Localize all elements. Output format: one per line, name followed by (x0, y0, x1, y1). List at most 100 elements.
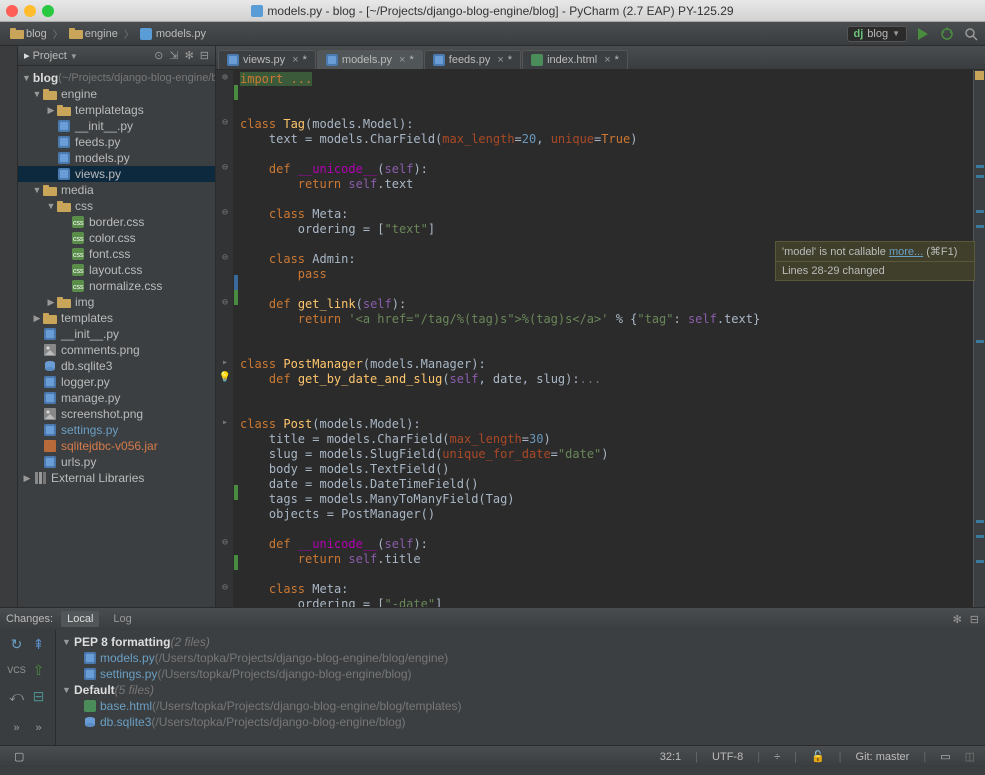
editor-tab-views.py[interactable]: views.py× (218, 50, 316, 69)
lock-icon[interactable]: 🔓 (811, 750, 825, 763)
window-title: models.py - blog - [~/Projects/django-bl… (267, 4, 733, 18)
settings-icon[interactable]: ✻ (185, 49, 194, 62)
breadcrumb: blog〉engine〉models.py (6, 26, 210, 41)
collapse-icon[interactable]: » (29, 718, 49, 738)
tooltip-change-info: Lines 28-29 changed (776, 262, 974, 280)
tree-node-settings.py[interactable]: settings.py (18, 422, 215, 438)
rollback-icon[interactable]: ⤺ (7, 686, 27, 706)
chevron-down-icon: ▼ (892, 29, 900, 38)
close-window-icon[interactable] (6, 5, 18, 17)
python-file-icon (251, 5, 263, 17)
minimize-window-icon[interactable] (24, 5, 36, 17)
tree-root[interactable]: ▼blog (~/Projects/django-blog-engine/blo… (18, 70, 215, 86)
breadcrumb-item[interactable]: models.py (136, 27, 210, 41)
tree-node-color.css[interactable]: csscolor.css (18, 230, 215, 246)
caret-position[interactable]: 32:1 (660, 751, 681, 763)
zoom-window-icon[interactable] (42, 5, 54, 17)
svg-text:css: css (73, 268, 84, 275)
tree-node-views.py[interactable]: views.py (18, 166, 215, 182)
svg-text:css: css (73, 252, 84, 259)
project-sidebar: ▸ Project ▼ ⊙ ⇲ ✻ ⊟ ▼blog (~/Projects/dj… (18, 46, 216, 607)
breadcrumb-item[interactable]: blog (6, 27, 51, 41)
inspection-tooltip: 'model' is not callable more... (⌘F1) Li… (775, 241, 975, 281)
close-tab-icon[interactable]: × (399, 54, 405, 66)
tree-node-feeds.py[interactable]: feeds.py (18, 134, 215, 150)
traffic-lights[interactable] (6, 5, 54, 17)
changelist-group[interactable]: ▼PEP 8 formatting (2 files) (62, 634, 979, 650)
chevron-down-icon[interactable]: ▼ (70, 52, 78, 61)
expand-icon[interactable]: » (7, 718, 27, 738)
tree-node-media[interactable]: ▼media (18, 182, 215, 198)
editor-tab-models.py[interactable]: models.py× (317, 50, 423, 69)
search-button[interactable] (963, 26, 979, 42)
left-tool-rail[interactable] (0, 46, 18, 607)
hide-icon[interactable]: ⊟ (200, 49, 209, 62)
changelist-file[interactable]: base.html (/Users/topka/Projects/django-… (62, 698, 979, 714)
changelist-group[interactable]: ▼Default (5 files) (62, 682, 979, 698)
file-encoding[interactable]: UTF-8 (712, 751, 743, 763)
update-icon[interactable]: ⇞ (29, 634, 49, 654)
close-tab-icon[interactable]: × (604, 54, 610, 66)
window-titlebar: models.py - blog - [~/Projects/django-bl… (0, 0, 985, 22)
editor-area: views.py×models.py×feeds.py×index.html× … (216, 46, 985, 607)
run-config-label: blog (867, 28, 888, 40)
editor-gutter[interactable]: ⊕⊖⊖⊖⊖⊖▸💡▸⊖⊖ (216, 70, 234, 607)
tree-node-manage.py[interactable]: manage.py (18, 390, 215, 406)
tree-node-urls.py[interactable]: urls.py (18, 454, 215, 470)
indexing-icon[interactable]: ▭ (940, 750, 950, 763)
close-tab-icon[interactable]: × (292, 54, 298, 66)
changes-toolbar: ↻ ⇞ VCS ⇧ ⤺ ⊟ » » (0, 630, 56, 745)
editor-tab-feeds.py[interactable]: feeds.py× (424, 50, 521, 69)
changes-tab-log[interactable]: Log (107, 611, 137, 627)
collapse-icon[interactable]: ⇲ (169, 49, 178, 62)
tree-node-models.py[interactable]: models.py (18, 150, 215, 166)
changes-tab-local[interactable]: Local (61, 611, 99, 627)
tree-node-__init__.py[interactable]: __init__.py (18, 326, 215, 342)
diff-icon[interactable]: ⊟ (29, 686, 49, 706)
tree-node-templates[interactable]: ▶templates (18, 310, 215, 326)
bottom-tool-window: Changes: Local Log ✻ ⊟ ↻ ⇞ VCS ⇧ ⤺ ⊟ » (0, 607, 985, 745)
debug-button[interactable] (939, 26, 955, 42)
hide-icon[interactable]: ⊟ (970, 613, 979, 626)
svg-text:css: css (73, 236, 84, 243)
code-editor[interactable]: import ...class Tag(models.Model): text … (234, 70, 973, 607)
tooltip-more-link[interactable]: more... (889, 246, 923, 258)
toolwindow-toggle-icon[interactable]: ▢ (14, 750, 24, 763)
refresh-icon[interactable]: ↻ (7, 634, 27, 654)
tree-node-layout.css[interactable]: csslayout.css (18, 262, 215, 278)
tree-node-css[interactable]: ▼css (18, 198, 215, 214)
tree-node-screenshot.png[interactable]: screenshot.png (18, 406, 215, 422)
run-button[interactable] (915, 26, 931, 42)
close-tab-icon[interactable]: × (497, 54, 503, 66)
commit-icon[interactable]: ⇧ (29, 660, 49, 680)
changes-list[interactable]: ▼PEP 8 formatting (2 files)models.py (/U… (56, 630, 985, 745)
run-configuration-dropdown[interactable]: dj blog ▼ (847, 26, 908, 42)
tree-node-engine[interactable]: ▼engine (18, 86, 215, 102)
tree-node-sqlitejdbc-v056.jar[interactable]: sqlitejdbc-v056.jar (18, 438, 215, 454)
changelist-file[interactable]: models.py (/Users/topka/Projects/django-… (62, 650, 979, 666)
external-libraries[interactable]: ▶External Libraries (18, 470, 215, 486)
inspection-status-icon[interactable] (975, 71, 984, 80)
tree-node-img[interactable]: ▶img (18, 294, 215, 310)
project-tree[interactable]: ▼blog (~/Projects/django-blog-engine/blo… (18, 66, 215, 607)
git-branch[interactable]: Git: master (856, 751, 910, 763)
status-bar: ▢ 32:1 | UTF-8 | ÷ | 🔓 | Git: master | ▭… (0, 745, 985, 767)
django-icon: dj (854, 28, 864, 40)
changelist-file[interactable]: settings.py (/Users/topka/Projects/djang… (62, 666, 979, 682)
tree-node-__init__.py[interactable]: __init__.py (18, 118, 215, 134)
memory-indicator[interactable]: ◫ (965, 750, 975, 763)
changelist-file[interactable]: db.sqlite3 (/Users/topka/Projects/django… (62, 714, 979, 730)
tree-node-font.css[interactable]: cssfont.css (18, 246, 215, 262)
tree-node-comments.png[interactable]: comments.png (18, 342, 215, 358)
breadcrumb-item[interactable]: engine (65, 27, 122, 41)
tree-node-border.css[interactable]: cssborder.css (18, 214, 215, 230)
tree-node-templatetags[interactable]: ▶templatetags (18, 102, 215, 118)
tree-node-normalize.css[interactable]: cssnormalize.css (18, 278, 215, 294)
error-stripe[interactable] (973, 70, 985, 607)
settings-icon[interactable]: ✻ (953, 613, 962, 626)
scroll-from-source-icon[interactable]: ⊙ (154, 49, 163, 62)
tree-node-db.sqlite3[interactable]: db.sqlite3 (18, 358, 215, 374)
line-separator[interactable]: ÷ (774, 751, 780, 763)
editor-tab-index.html[interactable]: index.html× (522, 50, 628, 69)
tree-node-logger.py[interactable]: logger.py (18, 374, 215, 390)
